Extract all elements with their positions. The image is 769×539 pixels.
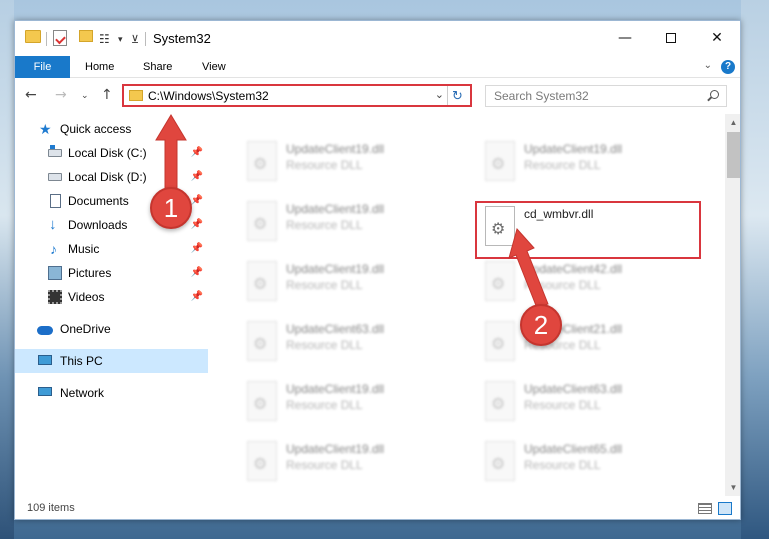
arrow-1 bbox=[155, 114, 187, 197]
step-1-badge: 1 bbox=[150, 187, 192, 229]
annotation-arrows bbox=[155, 114, 549, 309]
step-2-badge: 2 bbox=[520, 304, 562, 346]
arrow-2 bbox=[508, 227, 549, 309]
